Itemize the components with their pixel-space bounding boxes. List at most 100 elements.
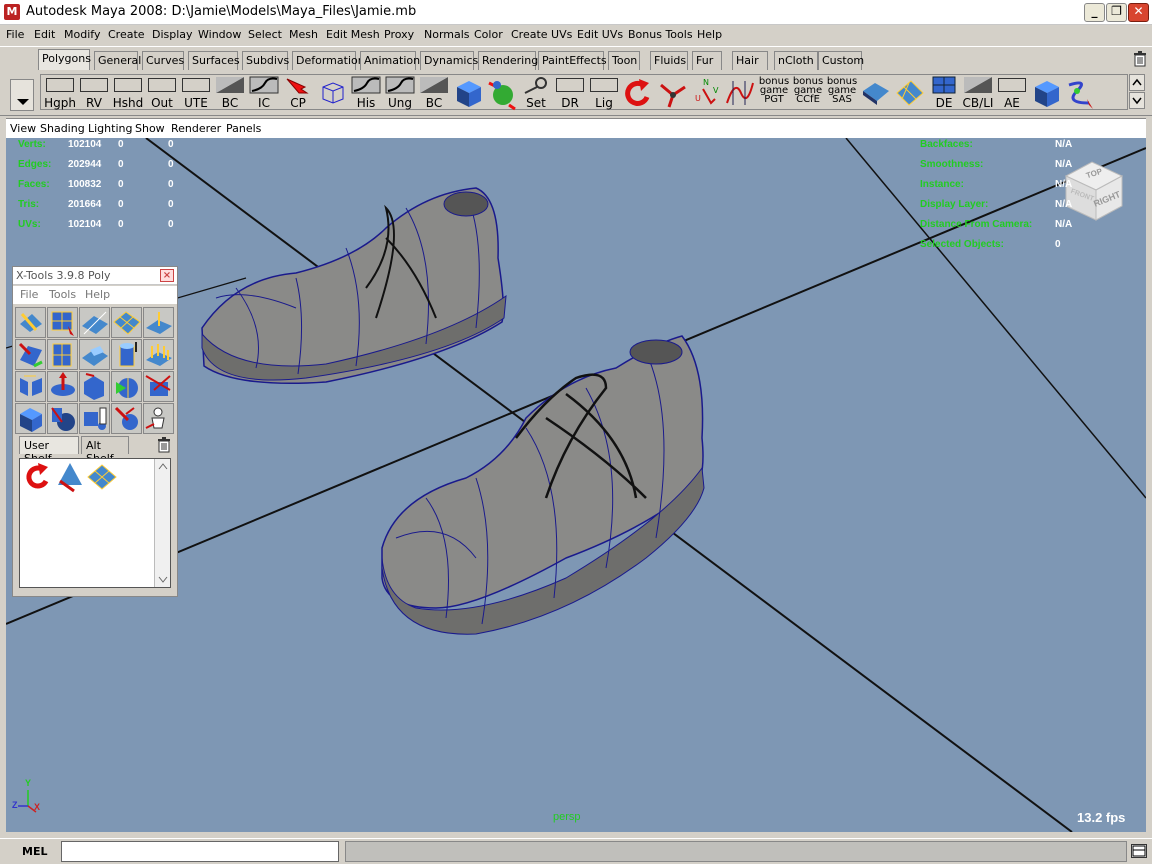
xtools-tool-character-icon[interactable]: [143, 403, 174, 434]
xtools-tool-multi-cube-icon[interactable]: [79, 403, 110, 434]
sphere-arrows-icon[interactable]: [485, 75, 519, 111]
menu-bonus-tools[interactable]: Bonus Tools: [628, 28, 693, 41]
menu-edit-uvs[interactable]: Edit UVs: [577, 28, 623, 41]
chevron-down-icon[interactable]: [1129, 92, 1145, 109]
tab-ncloth[interactable]: nCloth: [774, 51, 818, 70]
xtools-tool-grid-select-icon[interactable]: [47, 307, 78, 338]
menu-color[interactable]: Color: [474, 28, 503, 41]
xtools-tool-bridge-icon[interactable]: [15, 371, 46, 402]
shelf-bc2-button[interactable]: BC: [417, 75, 451, 111]
trash-icon[interactable]: [1133, 51, 1147, 67]
xtools-tool-cube-icon[interactable]: [15, 403, 46, 434]
blue-cube-icon[interactable]: [451, 75, 485, 111]
tab-toon[interactable]: Toon: [608, 51, 640, 70]
tab-animation[interactable]: Animation: [360, 51, 420, 70]
tab-fur[interactable]: Fur: [692, 51, 722, 70]
shelf-cp-button[interactable]: CP: [281, 75, 315, 111]
redo-arrow-icon[interactable]: [621, 75, 655, 111]
shelf-hshd-button[interactable]: Hshd: [111, 75, 145, 111]
menu-proxy[interactable]: Proxy: [384, 28, 414, 41]
tab-painteffects[interactable]: PaintEffects: [538, 51, 607, 70]
tab-polygons[interactable]: Polygons: [38, 49, 91, 70]
shelf-ute-button[interactable]: UTE: [179, 75, 213, 111]
mel-label[interactable]: MEL: [22, 845, 47, 858]
xtools-tab-user-shelf[interactable]: User Shelf: [19, 436, 79, 465]
shelf-hgph-button[interactable]: Hgph: [43, 75, 77, 111]
minimize-button[interactable]: _: [1084, 3, 1105, 22]
chevron-up-icon[interactable]: [1129, 74, 1145, 91]
menu-edit[interactable]: Edit: [34, 28, 55, 41]
shelf-ae-button[interactable]: AE: [995, 75, 1029, 111]
xtools-menu-tools[interactable]: Tools: [49, 288, 76, 301]
shelf-his-button[interactable]: His: [349, 75, 383, 111]
tab-custom[interactable]: Custom: [818, 51, 864, 70]
menu-display[interactable]: Display: [152, 28, 193, 41]
tab-general[interactable]: General: [94, 51, 141, 70]
curve-edit-icon[interactable]: [723, 75, 757, 111]
shelf-dr-button[interactable]: DR: [553, 75, 587, 111]
xtools-tool-normal-icon[interactable]: [143, 307, 174, 338]
menu-mesh[interactable]: Mesh: [289, 28, 318, 41]
xtools-close-button[interactable]: ×: [160, 269, 174, 282]
panel-menu-renderer[interactable]: Renderer: [171, 122, 221, 135]
shelf-ung-button[interactable]: Ung: [383, 75, 417, 111]
grid-plane-icon[interactable]: [86, 461, 118, 493]
grid-plane-icon[interactable]: [893, 75, 927, 111]
menu-window[interactable]: Window: [198, 28, 241, 41]
shoe-back-model[interactable]: [201, 187, 507, 384]
shelf-pgt-button[interactable]: bonus game PGT: [757, 75, 791, 111]
redo-arrow-icon[interactable]: [22, 461, 54, 493]
shelf-cbli-button[interactable]: CB/LI: [961, 75, 995, 111]
shelf-menu-button[interactable]: [10, 79, 34, 111]
xtools-tool-cylinder-icon[interactable]: [111, 339, 142, 370]
panel-menu-show[interactable]: Show: [135, 122, 165, 135]
joint-tool-icon[interactable]: [655, 75, 689, 111]
mel-input[interactable]: [61, 841, 339, 862]
menu-help[interactable]: Help: [697, 28, 722, 41]
shelf-sas-button[interactable]: bonus game SAS: [825, 75, 859, 111]
tab-dynamics[interactable]: Dynamics: [420, 51, 478, 70]
trash-icon[interactable]: [157, 437, 171, 453]
plane-blue-icon[interactable]: [859, 75, 893, 111]
xtools-shelf-scrollbar[interactable]: [154, 459, 170, 587]
xtools-tool-split-icon[interactable]: [47, 339, 78, 370]
menu-normals[interactable]: Normals: [424, 28, 470, 41]
tab-deformation[interactable]: Deformation: [292, 51, 365, 70]
shelf-ic-button[interactable]: IC: [247, 75, 281, 111]
cube-wireframe-icon[interactable]: [315, 75, 349, 111]
script-editor-button[interactable]: [1131, 844, 1147, 858]
uv-move-icon[interactable]: NV U: [689, 75, 723, 111]
chevron-up-icon[interactable]: [156, 461, 170, 473]
curve-select-icon[interactable]: [1063, 75, 1097, 111]
tab-surfaces[interactable]: Surfaces: [188, 51, 240, 70]
xtools-title[interactable]: X-Tools 3.9.8 Poly: [13, 267, 177, 285]
xtools-tab-alt-shelf[interactable]: Alt Shelf: [81, 436, 129, 465]
shelf-de-button[interactable]: DE: [927, 75, 961, 111]
shelf-set-button[interactable]: Set: [519, 75, 553, 111]
xtools-tool-sphere-slice-icon[interactable]: [111, 371, 142, 402]
xtools-tool-paint-icon[interactable]: [15, 307, 46, 338]
xtools-menu-help[interactable]: Help: [85, 288, 110, 301]
xtools-tool-plane-icon[interactable]: [79, 307, 110, 338]
panel-menu-shading[interactable]: Shading: [40, 122, 85, 135]
shelf-lig-button[interactable]: Lig: [587, 75, 621, 111]
xtools-tool-spikes-icon[interactable]: [143, 339, 174, 370]
extrude-blue-icon[interactable]: [1029, 75, 1063, 111]
menu-select[interactable]: Select: [248, 28, 282, 41]
xtools-tool-bevel-icon[interactable]: [79, 339, 110, 370]
shelf-out-button[interactable]: Out: [145, 75, 179, 111]
tab-rendering[interactable]: Rendering: [478, 51, 538, 70]
shelf-scroll[interactable]: [1129, 74, 1145, 110]
xtools-tool-sphere-arrow-icon[interactable]: [111, 403, 142, 434]
shoe-front-model[interactable]: [381, 335, 705, 635]
menu-file[interactable]: File: [6, 28, 24, 41]
shelf-bc-button[interactable]: BC: [213, 75, 247, 111]
panel-menu-view[interactable]: View: [10, 122, 36, 135]
xtools-tool-cube-arrow-icon[interactable]: [79, 371, 110, 402]
panel-menu-lighting[interactable]: Lighting: [88, 122, 132, 135]
xtools-tool-quad-plane-icon[interactable]: [111, 307, 142, 338]
tab-fluids[interactable]: Fluids: [650, 51, 688, 70]
tab-hair[interactable]: Hair: [732, 51, 768, 70]
tab-subdivs[interactable]: Subdivs: [242, 51, 289, 70]
tab-curves[interactable]: Curves: [142, 51, 184, 70]
